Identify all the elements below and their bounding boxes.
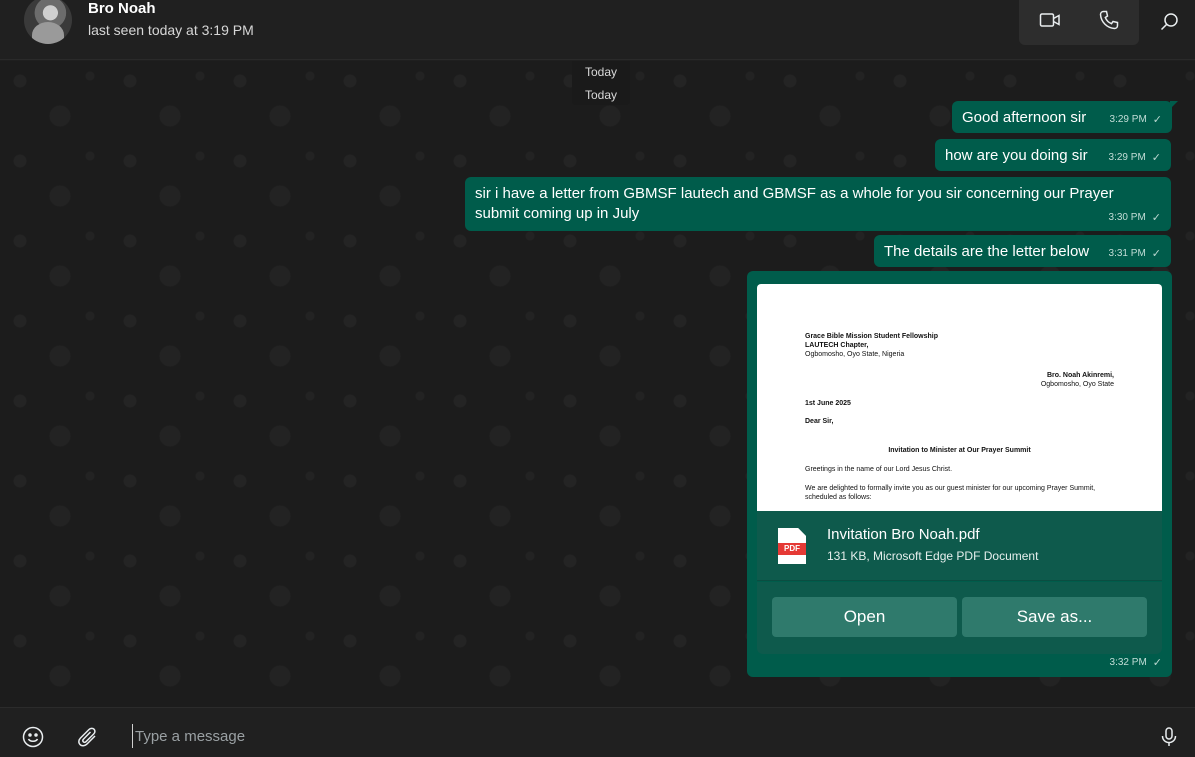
letter-org: Grace Bible Mission Student Fellowship: [805, 333, 939, 340]
letter-recipient-address: Ogbomosho, Oyo State: [1040, 381, 1114, 388]
message-time: 3:30 PM: [1108, 212, 1146, 223]
message-text: sir i have a letter from GBMSF lautech a…: [475, 185, 1114, 222]
emoji-icon[interactable]: [21, 725, 45, 749]
chat-header: Bro Noah last seen today at 3:19 PM: [0, 0, 1195, 60]
file-name: Invitation Bro Noah.pdf: [827, 526, 980, 543]
message-meta: 3:31 PM ✓: [1109, 244, 1161, 264]
message-time: 3:31 PM: [1108, 248, 1146, 259]
search-icon[interactable]: [1158, 10, 1182, 34]
letter-recipient: Bro. Noah Akinremi,: [1046, 372, 1114, 379]
message-meta: 3:29 PM ✓: [1110, 110, 1162, 130]
pdf-file-info[interactable]: PDF Invitation Bro Noah.pdf 131 KB, Micr…: [757, 511, 1162, 581]
outgoing-message[interactable]: sir i have a letter from GBMSF lautech a…: [465, 177, 1171, 231]
message-meta: 3:30 PM ✓: [1109, 208, 1161, 228]
open-button[interactable]: Open: [772, 597, 957, 637]
date-label: Today: [584, 65, 618, 79]
delivered-tick-icon: ✓: [1151, 152, 1161, 164]
contact-name[interactable]: Bro Noah: [88, 0, 156, 17]
pdf-file-icon: PDF: [778, 528, 806, 564]
contact-last-seen: last seen today at 3:19 PM: [88, 22, 254, 38]
save-as-button[interactable]: Save as...: [962, 597, 1147, 637]
message-time: 3:29 PM: [1109, 114, 1147, 125]
letter-salutation: Dear Sir,: [805, 418, 834, 425]
delivered-tick-icon: ✓: [1152, 114, 1162, 126]
letter-line: scheduled as follows:: [805, 494, 872, 501]
letter-address: Ogbomosho, Oyo State, Nigeria: [805, 351, 905, 358]
letter-chapter: LAUTECH Chapter,: [805, 342, 869, 349]
delivered-tick-icon: ✓: [1152, 657, 1162, 669]
message-meta: 3:29 PM ✓: [1109, 148, 1161, 168]
delivered-tick-icon: ✓: [1151, 248, 1161, 260]
pdf-preview-thumbnail[interactable]: Grace Bible Mission Student Fellowship L…: [757, 284, 1162, 511]
letter-line: We are delighted to formally invite you …: [805, 485, 1096, 492]
date-label: Today: [584, 88, 618, 102]
outgoing-message[interactable]: The details are the letter below 3:31 PM…: [874, 235, 1171, 267]
pdf-actions: Open Save as...: [757, 582, 1162, 654]
video-call-icon[interactable]: [1038, 8, 1062, 32]
delivered-tick-icon: ✓: [1151, 212, 1161, 224]
letter-subject: Invitation to Minister at Our Prayer Sum…: [888, 447, 1031, 454]
voice-call-icon[interactable]: [1097, 8, 1121, 32]
message-meta: 3:32 PM ✓: [1110, 653, 1162, 673]
file-details: 131 KB, Microsoft Edge PDF Document: [827, 549, 1039, 563]
contact-avatar[interactable]: [24, 0, 72, 44]
letter-date: 1st June 2025: [805, 400, 851, 407]
document-message[interactable]: Grace Bible Mission Student Fellowship L…: [747, 271, 1172, 677]
message-time: 3:29 PM: [1108, 152, 1146, 163]
paperclip-icon[interactable]: [76, 725, 100, 749]
message-time: 3:32 PM: [1109, 657, 1147, 668]
outgoing-message[interactable]: Good afternoon sir 3:29 PM ✓: [952, 101, 1178, 133]
message-text: The details are the letter below: [884, 243, 1090, 260]
outgoing-message[interactable]: how are you doing sir 3:29 PM ✓: [935, 139, 1171, 171]
message-text: Good afternoon sir: [962, 109, 1087, 126]
chat-messages-area[interactable]: Today Today Good afternoon sir 3:29 PM ✓…: [0, 61, 1195, 707]
message-text: how are you doing sir: [945, 147, 1088, 164]
microphone-icon[interactable]: [1157, 725, 1181, 749]
call-button-group: [1019, 0, 1139, 45]
date-separator: Today Today: [572, 61, 630, 105]
message-input[interactable]: [132, 724, 1122, 748]
message-composer: [0, 707, 1195, 757]
letter-line: Greetings in the name of our Lord Jesus …: [805, 466, 953, 473]
